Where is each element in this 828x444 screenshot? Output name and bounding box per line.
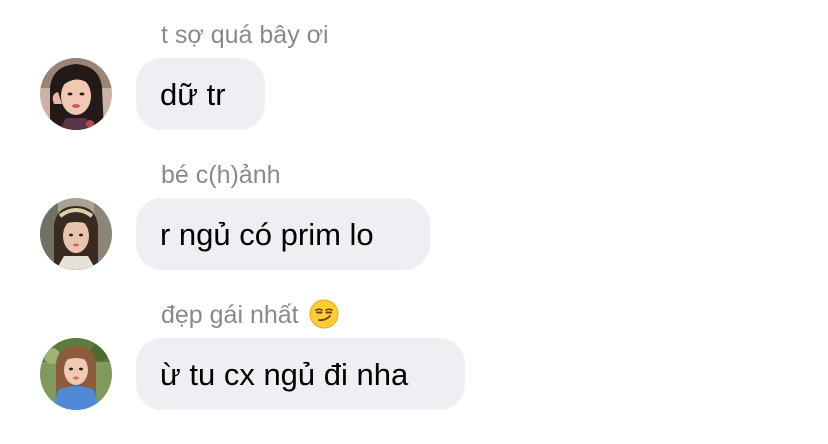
smirking-face-emoji-icon [309, 299, 339, 329]
avatar[interactable] [40, 58, 112, 130]
avatar[interactable] [40, 338, 112, 410]
message-text: r ngủ có prim lo [160, 216, 374, 252]
message-text: ừ tu cx ngủ đi nha [160, 356, 409, 392]
avatar-girl-dark-hair-icon [40, 58, 112, 130]
message-group: bé c(h)ảnh r ngủ có prim lo [0, 140, 828, 280]
sender-name: đẹp gái nhất [161, 299, 339, 330]
message-group: t sợ quá bây ơi dữ tr [0, 0, 828, 140]
message-group: đẹp gái nhất ừ tu cx ngủ đi nha [0, 280, 828, 444]
sender-name: t sợ quá bây ơi [161, 20, 329, 50]
sender-name: bé c(h)ảnh [161, 160, 281, 190]
message-text: dữ tr [160, 76, 226, 112]
message-bubble[interactable]: dữ tr [136, 58, 265, 130]
sender-name-text: bé c(h)ảnh [161, 161, 281, 189]
avatar[interactable] [40, 198, 112, 270]
sender-name-text: t sợ quá bây ơi [161, 21, 329, 49]
message-bubble[interactable]: ừ tu cx ngủ đi nha [136, 338, 465, 410]
message-bubble[interactable]: r ngủ có prim lo [136, 198, 430, 270]
avatar-girl-bangs-icon [40, 198, 112, 270]
avatar-girl-blue-shirt-icon [40, 338, 112, 410]
message-thread: t sợ quá bây ơi dữ tr bé c(h)ảnh r ngủ c… [0, 0, 828, 444]
sender-name-text: đẹp gái nhất [161, 301, 299, 329]
